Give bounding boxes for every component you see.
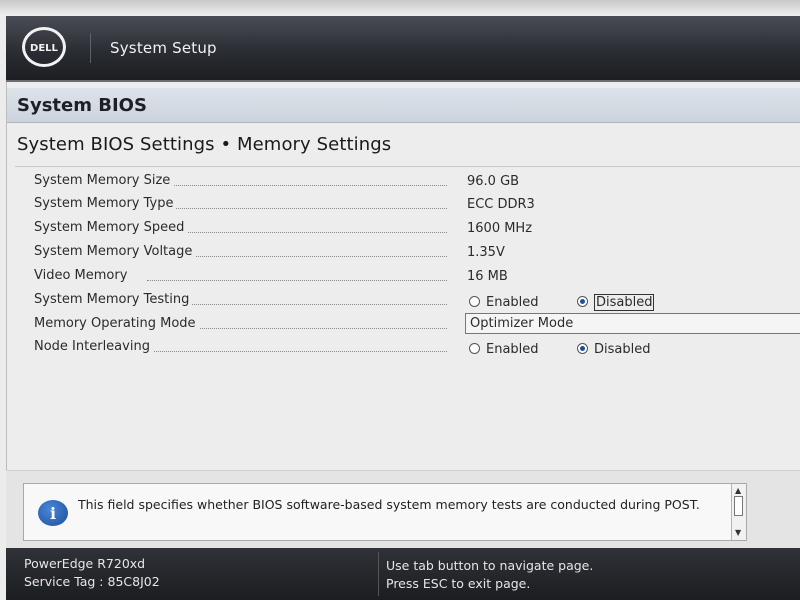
node-interleaving-disabled-radio[interactable]: Disabled (575, 341, 652, 358)
help-area: i This field specifies whether BIOS soft… (6, 470, 800, 549)
setting-label: System Memory Testing (34, 292, 193, 307)
setting-row-video-memory: Video Memory 16 MB (7, 265, 800, 288)
main-panel: System BIOS System BIOS Settings • Memor… (6, 82, 800, 470)
radio-label: Disabled (594, 294, 655, 311)
footer-bar: PowerEdge R720xd Service Tag : 85C8J02 U… (6, 548, 800, 600)
help-box: i This field specifies whether BIOS soft… (23, 483, 747, 541)
service-tag: Service Tag : 85C8J02 (24, 574, 160, 589)
svg-text:DELL: DELL (30, 43, 59, 54)
footer-divider (378, 552, 379, 596)
scroll-down-icon[interactable]: ▼ (735, 528, 741, 537)
memory-testing-disabled-radio[interactable]: Disabled (575, 294, 656, 311)
setting-row-memory-testing: System Memory Testing Enabled Disabled (7, 289, 800, 312)
radio-selected-icon (577, 343, 588, 354)
setting-label: Node Interleaving (34, 339, 153, 354)
setting-value: 96.0 GB (467, 174, 520, 189)
radio-label: Enabled (486, 342, 539, 357)
setting-label: System Memory Size (34, 173, 174, 188)
leader-dots (147, 279, 447, 281)
setting-row-memory-size: System Memory Size 96.0 GB (7, 170, 800, 193)
header-divider (90, 33, 91, 63)
memory-operating-mode-select[interactable]: Optimizer Mode (465, 313, 800, 334)
leader-dots (147, 207, 447, 209)
setting-label: System Memory Speed (34, 220, 188, 235)
scroll-thumb[interactable] (734, 496, 743, 516)
leader-dots (147, 350, 447, 352)
section-title: System BIOS (17, 95, 147, 116)
memory-testing-enabled-radio[interactable]: Enabled (467, 294, 541, 311)
setting-row-memory-voltage: System Memory Voltage 1.35V (7, 241, 800, 264)
radio-label: Disabled (594, 342, 651, 357)
breadcrumb: System BIOS Settings • Memory Settings (17, 134, 392, 155)
esc-hint: Press ESC to exit page. (386, 576, 531, 591)
setting-row-memory-speed: System Memory Speed 1600 MHz (7, 217, 800, 240)
radio-unselected-icon (469, 296, 480, 307)
setting-row-memory-operating-mode: Memory Operating Mode Optimizer Mode (7, 313, 800, 336)
setting-label: System Memory Type (34, 196, 177, 211)
info-icon: i (38, 500, 68, 526)
setting-label: Video Memory (34, 268, 131, 283)
setting-value: ECC DDR3 (467, 197, 535, 212)
help-text: This field specifies whether BIOS softwa… (78, 497, 700, 512)
setting-row-memory-type: System Memory Type ECC DDR3 (7, 193, 800, 216)
header-bar: DELL System Setup (6, 16, 800, 82)
tab-hint: Use tab button to navigate page. (386, 558, 594, 573)
divider (15, 166, 800, 167)
setting-row-node-interleaving: Node Interleaving Enabled Disabled (7, 336, 800, 359)
bios-screen: DELL System Setup System BIOS System BIO… (0, 0, 800, 600)
help-scrollbar[interactable]: ▲ ▼ (731, 484, 746, 540)
scroll-up-icon[interactable]: ▲ (735, 486, 741, 495)
leader-dots (147, 231, 447, 233)
setting-value: 1600 MHz (467, 221, 533, 236)
radio-selected-icon (577, 296, 588, 307)
monitor-bezel (0, 0, 800, 16)
dell-logo-icon: DELL (30, 43, 59, 54)
setting-value: 1.35V (467, 245, 505, 260)
radio-unselected-icon (469, 343, 480, 354)
dell-logo: DELL (22, 27, 66, 67)
leader-dots (147, 184, 447, 186)
setting-label: Memory Operating Mode (34, 316, 199, 331)
setting-value: 16 MB (467, 269, 508, 284)
system-model: PowerEdge R720xd (24, 556, 146, 571)
section-title-bar: System BIOS (7, 88, 800, 123)
app-title: System Setup (110, 39, 217, 57)
radio-label: Enabled (486, 295, 539, 310)
node-interleaving-enabled-radio[interactable]: Enabled (467, 341, 541, 358)
setting-label: System Memory Voltage (34, 244, 196, 259)
